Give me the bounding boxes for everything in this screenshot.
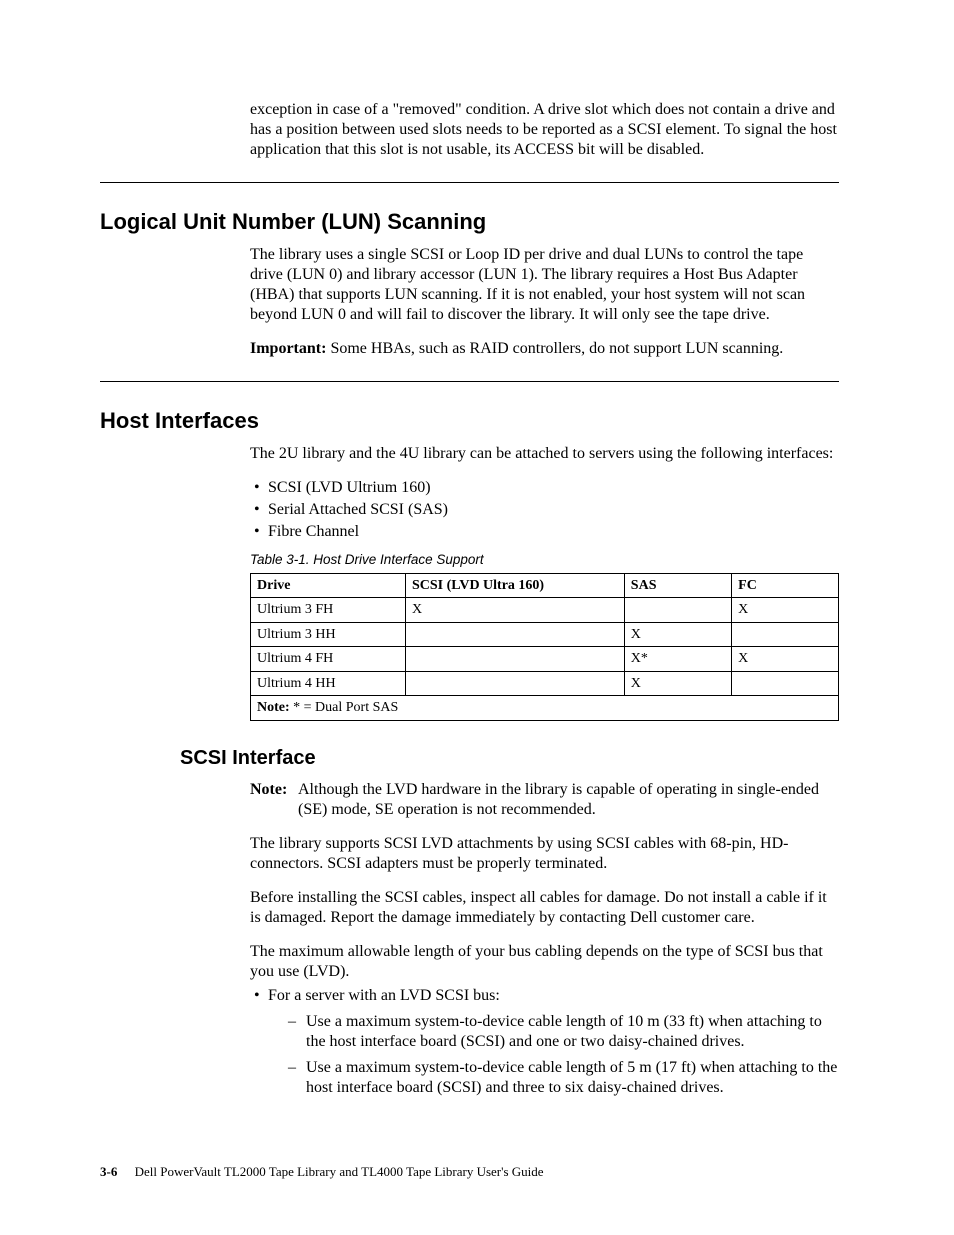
th-drive: Drive	[251, 573, 406, 598]
cell-drive: Ultrium 4 FH	[251, 647, 406, 672]
cell-drive: Ultrium 3 FH	[251, 598, 406, 623]
scsi-bullet-text: For a server with an LVD SCSI bus:	[268, 987, 500, 1004]
cell-fc	[732, 622, 839, 647]
th-fc: FC	[732, 573, 839, 598]
scsi-note: Note: Although the LVD hardware in the l…	[250, 780, 839, 820]
cell-scsi: X	[405, 598, 624, 623]
note-label: Note:	[250, 780, 298, 820]
table-row: Ultrium 4 HH X	[251, 671, 839, 696]
important-text: Some HBAs, such as RAID controllers, do …	[326, 340, 783, 357]
table-row: Ultrium 4 FH X* X	[251, 647, 839, 672]
table-row: Ultrium 3 FH X X	[251, 598, 839, 623]
th-sas: SAS	[624, 573, 731, 598]
cell-scsi	[405, 647, 624, 672]
lun-paragraph: The library uses a single SCSI or Loop I…	[250, 245, 839, 325]
table-note-cell: Note: * = Dual Port SAS	[251, 696, 839, 721]
cell-drive: Ultrium 3 HH	[251, 622, 406, 647]
list-item: Use a maximum system-to-device cable len…	[290, 1058, 839, 1098]
note-text: Although the LVD hardware in the library…	[298, 780, 839, 820]
table-header-row: Drive SCSI (LVD Ultra 160) SAS FC	[251, 573, 839, 598]
lun-important: Important: Some HBAs, such as RAID contr…	[250, 339, 839, 359]
cell-scsi	[405, 671, 624, 696]
footer-title: Dell PowerVault TL2000 Tape Library and …	[135, 1164, 544, 1179]
heading-lun-scanning: Logical Unit Number (LUN) Scanning	[100, 209, 839, 235]
cell-sas: X	[624, 671, 731, 696]
host-interface-table: Drive SCSI (LVD Ultra 160) SAS FC Ultriu…	[250, 573, 839, 721]
table-note-row: Note: * = Dual Port SAS	[251, 696, 839, 721]
cell-fc: X	[732, 598, 839, 623]
scsi-paragraph-1: The library supports SCSI LVD attachment…	[250, 834, 839, 874]
cell-fc: X	[732, 647, 839, 672]
scsi-paragraph-2: Before installing the SCSI cables, inspe…	[250, 888, 839, 928]
cell-scsi	[405, 622, 624, 647]
list-item: Serial Attached SCSI (SAS)	[268, 500, 839, 520]
important-label: Important:	[250, 340, 326, 357]
list-item: SCSI (LVD Ultrium 160)	[268, 478, 839, 498]
heading-scsi-interface: SCSI Interface	[180, 747, 839, 770]
page-footer: 3-6 Dell PowerVault TL2000 Tape Library …	[100, 1164, 544, 1180]
table-row: Ultrium 3 HH X	[251, 622, 839, 647]
scsi-bullet-list: For a server with an LVD SCSI bus: Use a…	[250, 986, 839, 1098]
cell-sas: X*	[624, 647, 731, 672]
th-scsi: SCSI (LVD Ultra 160)	[405, 573, 624, 598]
cell-drive: Ultrium 4 HH	[251, 671, 406, 696]
scsi-paragraph-3: The maximum allowable length of your bus…	[250, 942, 839, 982]
table-note-label: Note:	[257, 700, 290, 715]
table-caption: Table 3-1. Host Drive Interface Support	[250, 552, 839, 569]
cell-sas	[624, 598, 731, 623]
heading-host-interfaces: Host Interfaces	[100, 408, 839, 434]
host-interface-list: SCSI (LVD Ultrium 160) Serial Attached S…	[250, 478, 839, 542]
list-item: For a server with an LVD SCSI bus: Use a…	[268, 986, 839, 1098]
cell-sas: X	[624, 622, 731, 647]
list-item: Fibre Channel	[268, 522, 839, 542]
page-number: 3-6	[100, 1164, 117, 1179]
scsi-subbullet-list: Use a maximum system-to-device cable len…	[290, 1012, 839, 1098]
host-paragraph: The 2U library and the 4U library can be…	[250, 444, 839, 464]
cell-fc	[732, 671, 839, 696]
intro-paragraph: exception in case of a "removed" conditi…	[250, 100, 839, 160]
list-item: Use a maximum system-to-device cable len…	[290, 1012, 839, 1052]
table-note-text: * = Dual Port SAS	[290, 700, 399, 715]
